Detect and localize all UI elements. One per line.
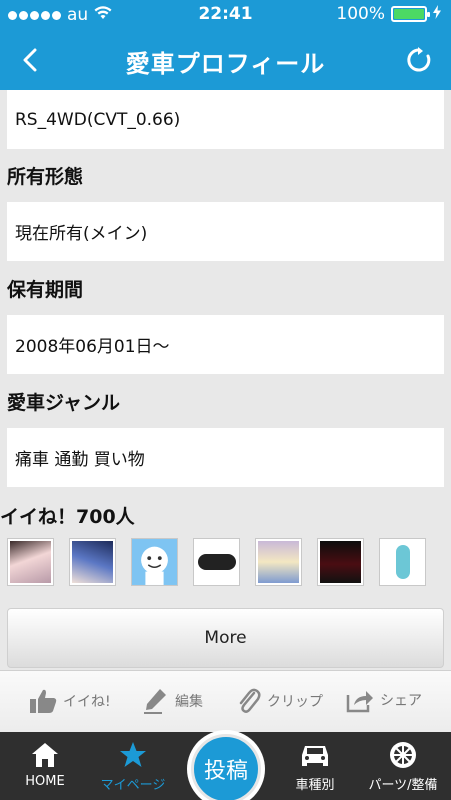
car-icon	[270, 740, 360, 770]
tab-cars-label: 車種別	[295, 778, 335, 793]
edit-action-label: 編集	[175, 694, 203, 710]
edit-action-button[interactable]: 編集	[142, 687, 203, 715]
likes-heading: イイね！700人	[0, 506, 135, 528]
clip-action-button[interactable]: クリップ	[236, 687, 323, 715]
battery-status: 100%	[336, 4, 441, 24]
page-title: 愛車プロフィール	[125, 50, 326, 78]
thumbs-up-icon	[30, 689, 57, 713]
grade-card: RS_4WD(CVT_0.66)	[7, 90, 444, 149]
tab-cars[interactable]: 車種別	[270, 740, 360, 793]
post-button-label: 投稿	[191, 734, 261, 800]
period-heading: 保有期間	[7, 279, 84, 301]
like-action-label: イイね!	[63, 694, 111, 710]
clip-action-label: クリップ	[267, 694, 323, 710]
refresh-icon	[407, 47, 431, 72]
user-avatar[interactable]	[131, 538, 178, 586]
share-action-button[interactable]: シェア	[345, 687, 422, 713]
action-bar: イイね! 編集 クリップ シェア	[0, 670, 451, 732]
ownership-heading: 所有形態	[7, 166, 84, 188]
share-icon	[346, 691, 373, 713]
ownership-card: 現在所有(メイン)	[7, 202, 444, 261]
wheel-icon	[358, 740, 448, 770]
charging-icon	[433, 4, 441, 24]
user-avatar[interactable]	[379, 538, 426, 586]
liker-avatars	[7, 538, 426, 586]
nav-bar: 愛車プロフィール	[0, 30, 451, 90]
paperclip-icon	[239, 688, 261, 713]
period-card: 2008年06月01日〜	[7, 315, 444, 374]
tab-mypage-label: マイページ	[100, 778, 166, 793]
user-avatar[interactable]	[7, 538, 54, 586]
tab-parts-label: パーツ/整備	[368, 778, 438, 793]
refresh-button[interactable]	[399, 38, 439, 82]
tab-mypage[interactable]: マイページ	[88, 740, 178, 793]
genre-card: 痛車 通勤 買い物	[7, 428, 444, 487]
genre-heading: 愛車ジャンル	[7, 392, 121, 414]
period-value: 2008年06月01日〜	[15, 337, 170, 357]
ownership-value: 現在所有(メイン)	[15, 224, 148, 244]
star-icon	[88, 740, 178, 770]
grade-value: RS_4WD(CVT_0.66)	[15, 109, 181, 130]
user-avatar[interactable]	[193, 538, 240, 586]
user-avatar[interactable]	[255, 538, 302, 586]
battery-percent: 100%	[336, 4, 385, 24]
more-button[interactable]: More	[7, 608, 444, 668]
battery-icon	[391, 6, 430, 22]
tab-home[interactable]: HOME	[0, 740, 90, 789]
share-action-label: シェア	[380, 693, 422, 709]
post-button[interactable]: 投稿	[187, 730, 265, 800]
status-bar: au 22:41 100%	[0, 0, 451, 30]
tab-parts[interactable]: パーツ/整備	[358, 740, 448, 793]
profile-content[interactable]: RS_4WD(CVT_0.66) 所有形態 現在所有(メイン) 保有期間 200…	[0, 90, 451, 670]
user-avatar[interactable]	[317, 538, 364, 586]
genre-value: 痛車 通勤 買い物	[15, 450, 145, 470]
like-action-button[interactable]: イイね!	[28, 687, 111, 715]
user-avatar[interactable]	[69, 538, 116, 586]
home-icon	[0, 740, 90, 770]
pencil-icon	[144, 689, 166, 714]
tab-home-label: HOME	[25, 774, 65, 789]
